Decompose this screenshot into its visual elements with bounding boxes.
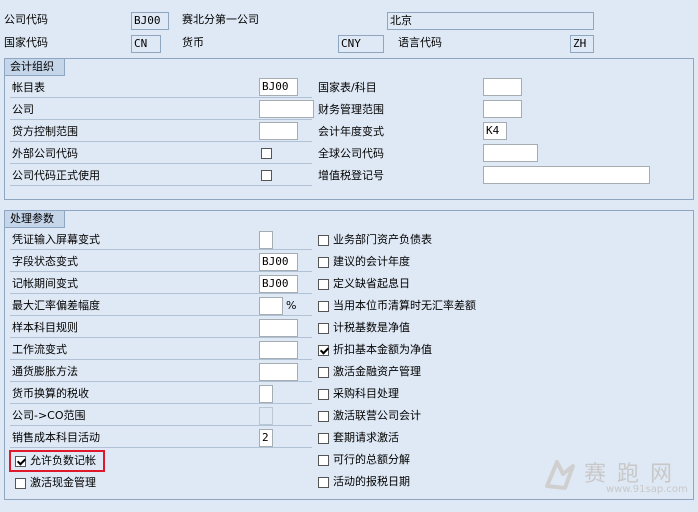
company-code-label: 公司代码 [4,13,48,26]
currency-field[interactable]: CNY [338,35,384,53]
processing-right-label: 激活金融资产管理 [333,365,421,378]
company-code-productive-label: 公司代码正式使用 [12,169,100,182]
processing-right-label: 当用本位币清算时无汇率差额 [333,299,476,312]
row-separator [10,425,312,426]
processing-right-label: 建议的会计年度 [333,255,410,268]
accounting-org-title: 会计组织 [5,59,65,76]
fiscal-year-variant-field[interactable]: K4 [483,122,507,140]
processing-left-field[interactable] [259,363,298,381]
company-field[interactable] [259,100,314,118]
processing-right-checkbox[interactable] [318,411,329,422]
currency-label: 货币 [182,36,204,49]
processing-right-checkbox[interactable] [318,323,329,334]
watermark-url: www.91sap.com [606,484,688,495]
external-company-code-checkbox[interactable] [261,148,272,159]
processing-right-label: 激活联营公司会计 [333,409,421,422]
processing-left-field[interactable] [259,407,273,425]
processing-left-label: 通货膨胀方法 [12,365,78,378]
processing-right-checkbox[interactable] [318,389,329,400]
chart-of-accounts-field[interactable]: BJ00 [259,78,298,96]
processing-right-checkbox[interactable] [318,279,329,290]
watermark-logo-icon [543,456,577,494]
processing-right-label: 活动的报税日期 [333,475,410,488]
cash-management-checkbox[interactable] [15,478,26,489]
country-code-label: 国家代码 [4,36,48,49]
processing-left-label: 样本科目规则 [12,321,78,334]
processing-left-field[interactable]: BJ00 [259,253,298,271]
language-code-field[interactable]: ZH [570,35,594,53]
processing-right-label: 套期请求激活 [333,431,399,444]
processing-right-checkbox[interactable] [318,235,329,246]
processing-right-checkbox[interactable] [318,301,329,312]
vat-registration-label: 增值税登记号 [318,169,384,182]
external-company-code-label: 外部公司代码 [12,147,78,160]
company-name-text: 赛北分第一公司 [182,13,259,26]
row-separator [10,249,312,250]
processing-right-label: 折扣基本金额为净值 [333,343,432,356]
processing-left-field[interactable] [259,319,298,337]
processing-right-label: 计税基数是净值 [333,321,410,334]
processing-right-checkbox[interactable] [318,345,329,356]
processing-right-label: 可行的总额分解 [333,453,410,466]
company-code-productive-checkbox[interactable] [261,170,272,181]
processing-left-label: 销售成本科目活动 [12,431,100,444]
negative-posting-checkbox[interactable] [15,456,26,467]
global-company-code-field[interactable] [483,144,538,162]
fm-area-label: 财务管理范围 [318,103,384,116]
chart-of-accounts-label: 帐目表 [12,81,45,94]
processing-left-label: 货币换算的税收 [12,387,89,400]
company-code-field[interactable]: BJ00 [131,12,169,30]
processing-left-field[interactable] [259,297,283,315]
cash-management-label: 激活现金管理 [30,476,96,489]
processing-left-label: 字段状态变式 [12,255,78,268]
language-code-label: 语言代码 [398,36,442,49]
row-separator [10,381,312,382]
processing-right-label: 业务部门资产负债表 [333,233,432,246]
row-separator [10,447,312,448]
processing-left-field[interactable]: 2 [259,429,273,447]
processing-left-label: 最大汇率偏差幅度 [12,299,100,312]
processing-left-field[interactable]: BJ00 [259,275,298,293]
processing-right-label: 定义缺省起息日 [333,277,410,290]
vat-registration-field[interactable] [483,166,650,184]
processing-right-checkbox[interactable] [318,455,329,466]
processing-left-field[interactable] [259,341,298,359]
percent-unit: % [286,299,297,312]
country-chart-label: 国家表/科目 [318,81,377,94]
processing-left-label: 工作流变式 [12,343,67,356]
fiscal-year-variant-label: 会计年度变式 [318,125,384,138]
processing-params-title: 处理参数 [5,211,65,228]
processing-left-label: 记帐期间变式 [12,277,78,290]
company-label: 公司 [12,103,34,116]
row-separator [10,315,312,316]
row-separator [10,337,312,338]
processing-right-label: 采购科目处理 [333,387,399,400]
fm-area-field[interactable] [483,100,522,118]
processing-left-field[interactable] [259,231,273,249]
row-separator [10,293,312,294]
processing-left-label: 公司->CO范围 [12,409,86,422]
credit-control-area-label: 贷方控制范围 [12,125,78,138]
processing-left-field[interactable] [259,385,273,403]
row-separator [10,271,312,272]
global-company-code-label: 全球公司代码 [318,147,384,160]
processing-right-checkbox[interactable] [318,477,329,488]
processing-right-checkbox[interactable] [318,367,329,378]
processing-right-checkbox[interactable] [318,257,329,268]
row-separator [10,359,312,360]
negative-posting-label: 允许负数记帐 [30,454,96,467]
country-code-field[interactable]: CN [131,35,161,53]
processing-right-checkbox[interactable] [318,433,329,444]
country-chart-field[interactable] [483,78,522,96]
credit-control-area-field[interactable] [259,122,298,140]
city-field[interactable]: 北京 [387,12,594,30]
row-separator [10,403,312,404]
processing-left-label: 凭证输入屏幕变式 [12,233,100,246]
